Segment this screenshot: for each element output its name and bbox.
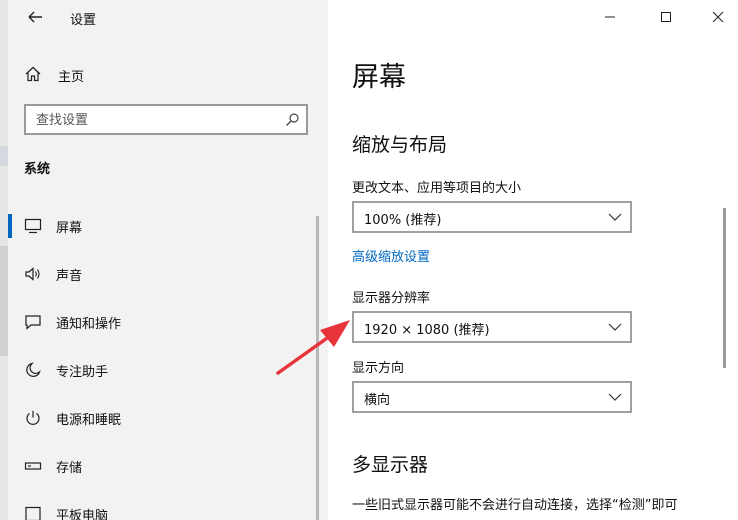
sidebar-item-label: 平板电脑: [56, 509, 109, 520]
section-header-system: 系统: [24, 162, 51, 177]
background-window-edge: [0, 0, 8, 520]
minimize-icon[interactable]: [598, 6, 622, 28]
advanced-scaling-link[interactable]: 高级缩放设置: [352, 246, 430, 265]
sidebar-item-focus-assist[interactable]: 专注助手: [8, 350, 328, 390]
orientation-dropdown[interactable]: 横向: [352, 381, 632, 413]
back-button[interactable]: [24, 6, 46, 28]
orientation-label: 显示方向: [352, 361, 405, 376]
sidebar-item-label: 电源和睡眠: [56, 413, 122, 428]
section-title-scale-layout: 缩放与布局: [352, 134, 448, 156]
sidebar-item-sound[interactable]: 声音: [8, 254, 328, 294]
power-icon: [26, 410, 40, 425]
resolution-label: 显示器分辨率: [352, 291, 431, 306]
settings-window: 设置 主页 系统 屏幕 声音 通知和操作: [0, 0, 738, 520]
title-bar: 设置: [8, 0, 328, 36]
sidebar-item-label: 声音: [56, 269, 83, 284]
storage-icon: [24, 462, 42, 470]
sidebar-item-power-sleep[interactable]: 电源和睡眠: [8, 398, 328, 438]
close-icon[interactable]: [706, 6, 730, 28]
scale-dropdown[interactable]: 100% (推荐): [352, 201, 632, 233]
home-icon: [25, 66, 41, 82]
notification-icon: [25, 315, 41, 330]
moon-icon: [26, 362, 41, 377]
main-content: 屏幕 缩放与布局 更改文本、应用等项目的大小 100% (推荐) 高级缩放设置 …: [328, 0, 738, 520]
sidebar-item-display[interactable]: 屏幕: [8, 206, 328, 246]
active-indicator: [8, 214, 12, 238]
monitor-icon: [24, 218, 42, 234]
tablet-icon: [25, 506, 41, 520]
sidebar-item-label: 专注助手: [56, 365, 109, 380]
scale-label: 更改文本、应用等项目的大小: [352, 181, 522, 196]
search-box[interactable]: [24, 104, 308, 135]
resolution-dropdown[interactable]: 1920 × 1080 (推荐): [352, 311, 632, 343]
sidebar-item-notifications[interactable]: 通知和操作: [8, 302, 328, 342]
sidebar-item-tablet[interactable]: 平板电脑: [8, 494, 328, 520]
window-controls: [578, 0, 738, 34]
scale-value: 100% (推荐): [364, 213, 442, 228]
content-scrollbar[interactable]: [723, 208, 726, 368]
chevron-down-icon: [608, 393, 622, 401]
sidebar-item-label: 存储: [56, 461, 83, 476]
search-input[interactable]: [36, 110, 276, 130]
chevron-down-icon: [608, 213, 622, 221]
home-nav-item[interactable]: 主页: [8, 60, 328, 90]
chevron-down-icon: [608, 323, 622, 331]
multiple-displays-description: 一些旧式显示器可能不会进行自动连接，选择“检测”即可: [352, 498, 678, 513]
sidebar-item-storage[interactable]: 存储: [8, 446, 328, 486]
app-title: 设置: [70, 13, 97, 28]
home-label: 主页: [58, 70, 85, 85]
sidebar-item-label: 通知和操作: [56, 317, 122, 332]
search-icon[interactable]: [284, 112, 300, 128]
page-title: 屏幕: [352, 62, 406, 93]
orientation-value: 横向: [364, 393, 391, 408]
back-arrow-icon: [28, 11, 42, 23]
resolution-value: 1920 × 1080 (推荐): [364, 323, 490, 338]
speaker-icon: [25, 267, 40, 281]
sidebar-item-label: 屏幕: [56, 221, 83, 236]
maximize-icon[interactable]: [654, 6, 678, 28]
section-title-multiple-displays: 多显示器: [352, 454, 429, 476]
